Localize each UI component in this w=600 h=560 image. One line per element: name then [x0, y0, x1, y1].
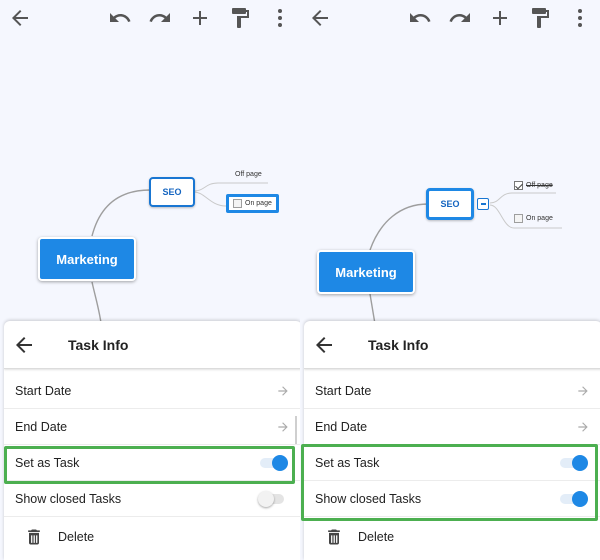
row-label: End Date [15, 419, 68, 434]
mindmap-leaf-on-page[interactable]: On page [514, 214, 553, 223]
task-checkbox[interactable] [514, 214, 523, 223]
app-screens: Marketing SEO Off page On page Task Info… [0, 0, 600, 560]
scrollbar[interactable] [295, 416, 297, 444]
mindmap-leaf-off-page[interactable]: Off page [514, 181, 553, 190]
row-label: End Date [315, 419, 368, 434]
seo-node-label: SEO [440, 199, 460, 209]
leaf-label: On page [526, 215, 553, 222]
arrow-right-icon [276, 420, 290, 434]
sheet-header: Task Info [304, 321, 600, 369]
arrow-left-icon[interactable] [312, 333, 336, 357]
delete-row[interactable]: Delete [304, 519, 600, 555]
arrow-right-icon [576, 420, 590, 434]
leaf-label: Off page [235, 171, 262, 178]
set-as-task-toggle[interactable] [258, 455, 288, 471]
row-label: Start Date [15, 383, 72, 398]
leaf-label: Off page [526, 182, 553, 189]
root-node-label: Marketing [56, 251, 118, 267]
mindmap-root-node[interactable]: Marketing [38, 237, 136, 281]
row-label: Set as Task [15, 455, 80, 470]
show-closed-tasks-toggle[interactable] [258, 491, 288, 507]
start-date-row[interactable]: Start Date [304, 373, 600, 409]
seo-node-label: SEO [162, 187, 182, 197]
set-as-task-row[interactable]: Set as Task [304, 445, 600, 481]
end-date-row[interactable]: End Date [4, 409, 300, 445]
leaf-label: On page [245, 200, 272, 207]
set-as-task-row[interactable]: Set as Task [4, 445, 300, 481]
sheet-title: Task Info [68, 336, 129, 353]
row-label: Start Date [315, 383, 372, 398]
row-label: Delete [58, 530, 95, 544]
task-checkbox-checked[interactable] [514, 181, 523, 190]
mindmap-leaf-off-page[interactable]: Off page [235, 171, 262, 178]
mindmap-leaf-on-page[interactable]: On page [226, 194, 279, 213]
arrow-left-icon[interactable] [12, 333, 36, 357]
task-info-sheet: Task Info Start Date End Date Set as Tas… [4, 321, 300, 560]
trash-icon [24, 527, 44, 547]
mindmap-seo-node[interactable]: SEO [149, 177, 195, 207]
root-node-label: Marketing [335, 264, 397, 280]
set-as-task-toggle[interactable] [558, 455, 588, 471]
right-screen: Marketing SEO Off page On page Task Info… [300, 0, 600, 560]
show-closed-tasks-row[interactable]: Show closed Tasks [4, 481, 300, 517]
sheet-title: Task Info [368, 336, 429, 353]
task-info-sheet: Task Info Start Date End Date Set as Tas… [304, 321, 600, 560]
task-checkbox[interactable] [233, 199, 242, 208]
start-date-row[interactable]: Start Date [4, 373, 300, 409]
trash-icon [324, 527, 344, 547]
mindmap-root-node[interactable]: Marketing [317, 250, 415, 294]
show-closed-tasks-row[interactable]: Show closed Tasks [304, 481, 600, 517]
delete-row[interactable]: Delete [4, 519, 300, 555]
arrow-right-icon [276, 384, 290, 398]
show-closed-tasks-toggle[interactable] [558, 491, 588, 507]
row-label: Delete [358, 530, 395, 544]
end-date-row[interactable]: End Date [304, 409, 600, 445]
row-label: Show closed Tasks [15, 491, 122, 506]
row-label: Show closed Tasks [315, 491, 422, 506]
arrow-right-icon [576, 384, 590, 398]
row-label: Set as Task [315, 455, 380, 470]
collapse-button[interactable] [477, 198, 489, 210]
mindmap-seo-node[interactable]: SEO [426, 188, 474, 220]
sheet-header: Task Info [4, 321, 300, 369]
left-screen: Marketing SEO Off page On page Task Info… [0, 0, 300, 560]
